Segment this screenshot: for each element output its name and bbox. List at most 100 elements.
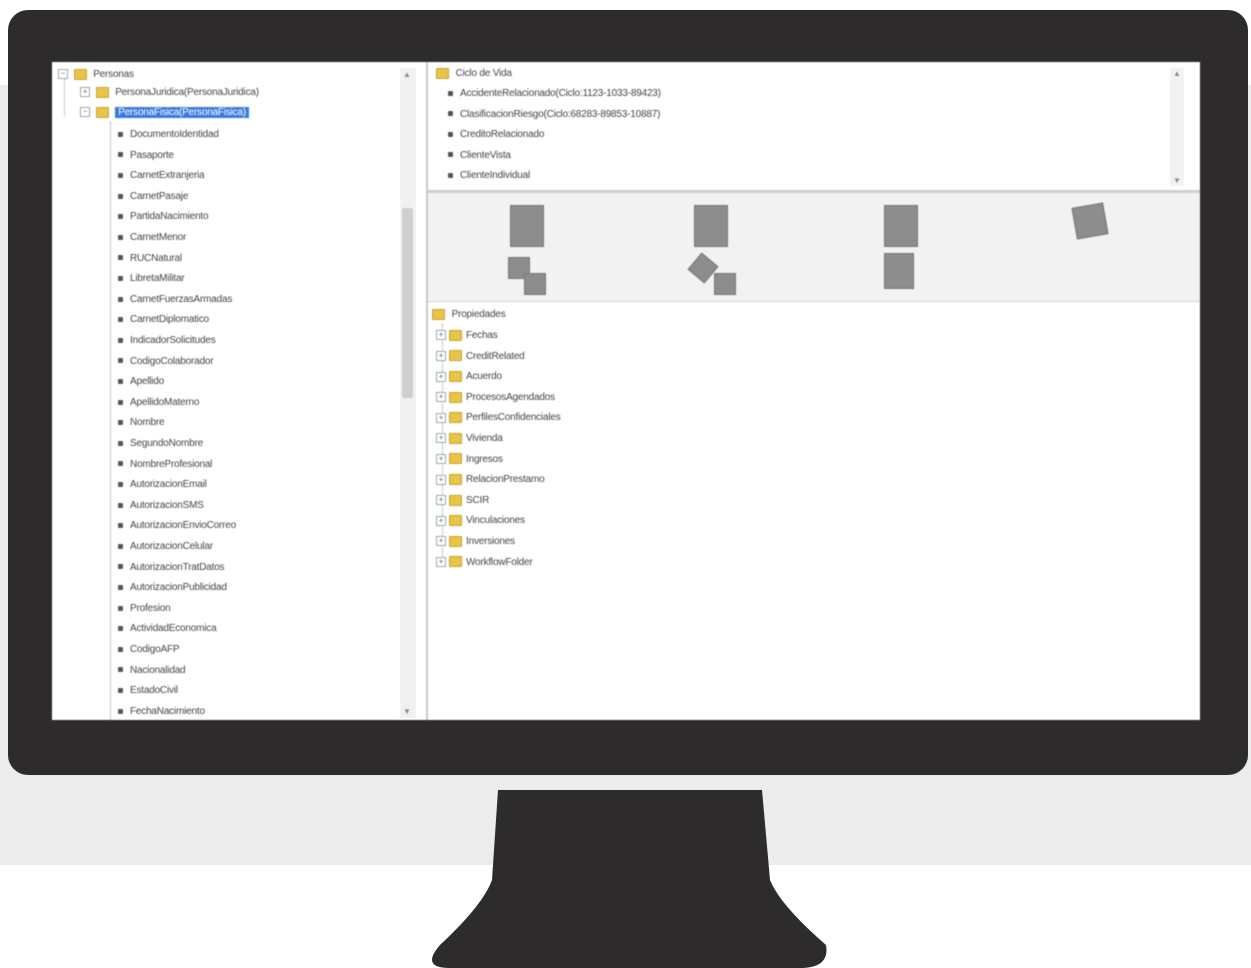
expand-icon[interactable]: +: [436, 536, 446, 547]
tree-leaf[interactable]: Nacionalidad: [118, 662, 186, 680]
expand-icon[interactable]: +: [436, 392, 446, 403]
scroll-up-icon[interactable]: ▲: [1173, 69, 1181, 78]
folder-icon: [449, 453, 462, 465]
expand-icon[interactable]: +: [436, 330, 446, 341]
property-node[interactable]: + Inversiones: [436, 532, 515, 552]
list-item[interactable]: ClienteVista: [448, 146, 511, 166]
tree-node-persona-juridica[interactable]: + PersonaJuridica(PersonaJuridica): [80, 84, 259, 102]
folder-icon: [449, 391, 462, 403]
list-item-label: CreditoRelacionado: [460, 129, 545, 140]
list-scrollbar[interactable]: ▲ ▼: [1170, 68, 1184, 186]
property-icon: [118, 317, 123, 323]
expand-icon[interactable]: +: [436, 350, 446, 361]
tree-scrollbar[interactable]: ▲ ▼: [400, 68, 416, 718]
list-item[interactable]: AccidenteRelacionado(Ciclo:1123-1033-894…: [448, 84, 661, 104]
expand-icon[interactable]: +: [436, 412, 446, 423]
tree-leaf[interactable]: CarnetMenor: [118, 229, 186, 247]
tree-leaf[interactable]: CarnetDiplomatico: [118, 311, 209, 329]
expand-icon[interactable]: +: [436, 453, 446, 464]
sheet-icon[interactable]: [884, 205, 918, 247]
tree-leaf[interactable]: PartidaNacimiento: [118, 208, 209, 226]
collapse-icon[interactable]: −: [80, 107, 90, 118]
tree-leaf[interactable]: DocumentoIdentidad: [118, 126, 219, 144]
tree-leaf[interactable]: CarnetPasaje: [118, 188, 188, 206]
tree-leaf[interactable]: NombreProfesional: [118, 456, 212, 474]
tree-leaf[interactable]: IndicadorSolicitudes: [118, 332, 216, 350]
property-node[interactable]: + Fechas: [436, 326, 498, 346]
tree-leaf[interactable]: AutorizacionEmail: [118, 476, 207, 494]
expand-icon[interactable]: +: [436, 371, 446, 382]
folder-open-icon[interactable]: [1071, 202, 1109, 240]
property-node[interactable]: + RelacionPrestamo: [436, 470, 545, 490]
tree-leaf[interactable]: EstadoCivil: [118, 682, 178, 700]
tree-leaf[interactable]: CodigoColaborador: [118, 353, 214, 371]
item-icon: [448, 172, 453, 178]
list-item[interactable]: ClasificacionRiesgo(Ciclo:68283-89853-10…: [448, 105, 660, 125]
tree-leaf[interactable]: AutorizacionSMS: [118, 497, 204, 515]
tree-leaf-label: ApellidoMaterno: [130, 396, 200, 408]
tree-leaf[interactable]: AutorizacionEnvioCorreo: [118, 517, 236, 535]
scroll-up-icon[interactable]: ▲: [403, 70, 411, 79]
list-item[interactable]: CreditoRelacionado: [448, 125, 544, 145]
folder-icon: [449, 412, 462, 424]
tree-leaf[interactable]: ApellidoMaterno: [118, 394, 199, 412]
expand-icon[interactable]: +: [436, 433, 446, 444]
property-node-label: Vivienda: [466, 433, 503, 444]
tree-leaf[interactable]: FechaNacimiento: [118, 703, 205, 720]
tree-leaf[interactable]: LibretaMilitar: [118, 270, 185, 288]
property-icon: [118, 234, 123, 240]
app-screen: − Personas + PersonaJuridica(PersonaJuri…: [52, 62, 1200, 720]
tree-leaf[interactable]: AutorizacionPublicidad: [118, 579, 227, 597]
property-node[interactable]: + Vinculaciones: [436, 511, 525, 531]
property-icon: [118, 173, 123, 179]
tree-leaf[interactable]: CarnetExtranjeria: [118, 167, 205, 185]
folder-icon: [95, 86, 109, 98]
property-node-label: Inversiones: [466, 536, 515, 547]
link-child-icon[interactable]: [714, 273, 736, 295]
tree-leaf[interactable]: AutorizacionTratDatos: [118, 559, 225, 577]
property-node[interactable]: + SCIR: [436, 491, 489, 511]
property-node[interactable]: + Acuerdo: [436, 367, 502, 387]
expand-icon[interactable]: +: [80, 87, 90, 98]
property-node-label: WorkflowFolder: [466, 556, 533, 568]
properties-header[interactable]: Propiedades: [432, 306, 506, 324]
expand-icon[interactable]: +: [436, 515, 446, 526]
list-item[interactable]: ClienteIndividual: [448, 166, 530, 186]
relation-child-icon[interactable]: [524, 273, 546, 295]
property-node[interactable]: + CreditRelated: [436, 347, 525, 367]
folder-icon: [449, 535, 462, 547]
document-icon[interactable]: [510, 205, 544, 247]
scroll-thumb[interactable]: [402, 208, 413, 398]
expand-icon[interactable]: +: [436, 474, 446, 485]
document-stack-icon[interactable]: [694, 205, 728, 247]
property-node[interactable]: + Vivienda: [436, 429, 503, 449]
property-node[interactable]: + ProcesosAgendados: [436, 388, 555, 408]
property-node[interactable]: + WorkflowFolder: [436, 553, 533, 573]
tree-leaf[interactable]: Apellido: [118, 373, 164, 391]
scroll-down-icon[interactable]: ▼: [403, 707, 411, 716]
property-icon: [118, 399, 123, 405]
report-icon[interactable]: [884, 253, 914, 289]
tree-connector: [110, 122, 111, 720]
tree-leaf[interactable]: Profesion: [118, 600, 171, 618]
expand-icon[interactable]: +: [436, 495, 446, 506]
properties-tree-pane: Propiedades + Fechas + CreditRelated + Acuerd…: [428, 302, 1200, 720]
tree-leaf[interactable]: Nombre: [118, 414, 165, 432]
tree-leaf[interactable]: CodigoAFP: [118, 641, 180, 659]
expand-icon[interactable]: +: [436, 556, 446, 567]
tree-root[interactable]: − Personas: [58, 66, 134, 84]
tree-leaf-label: Profesion: [130, 602, 171, 614]
property-node[interactable]: + Ingresos: [436, 450, 503, 470]
tree-node-persona-fisica[interactable]: − PersonaFisica(PersonaFisica): [80, 104, 249, 122]
collapse-icon[interactable]: −: [58, 69, 68, 80]
folder-icon: [73, 68, 87, 80]
tree-leaf[interactable]: Pasaporte: [118, 147, 174, 165]
property-node[interactable]: + PerfilesConfidenciales: [436, 408, 561, 428]
tree-leaf[interactable]: AutorizacionCelular: [118, 538, 213, 556]
tree-leaf-label: AutorizacionTratDatos: [130, 561, 225, 573]
tree-leaf[interactable]: SegundoNombre: [118, 435, 203, 453]
tree-leaf[interactable]: RUCNatural: [118, 250, 182, 268]
tree-leaf[interactable]: CarnetFuerzasArmadas: [118, 291, 232, 309]
scroll-down-icon[interactable]: ▼: [1173, 176, 1181, 185]
tree-leaf[interactable]: ActividadEconomica: [118, 620, 217, 638]
